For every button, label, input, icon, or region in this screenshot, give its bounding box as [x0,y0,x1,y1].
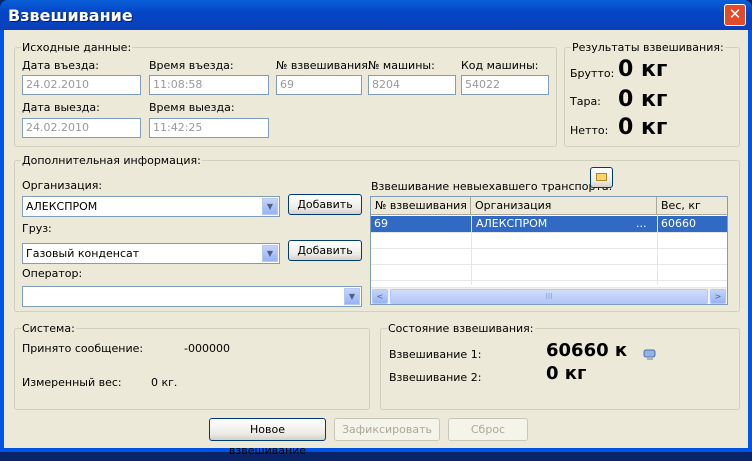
table-cell-ellipsis[interactable]: ... [633,216,650,232]
organization-label: Организация: [22,179,103,192]
grid-divider [657,215,658,285]
operator-select[interactable]: ▼ [22,286,362,307]
scale-icon [643,348,657,360]
weighing-number-label: № взвешивания: [276,59,372,72]
operator-label: Оператор: [22,267,83,280]
cargo-value: Газовый конденсат [26,247,140,260]
window-title: Взвешивание [8,6,133,25]
entry-date-field[interactable]: 24.02.2010 [22,75,141,95]
new-weighing-button[interactable]: Новое взвешивание [209,418,326,457]
pending-vehicles-label: Взвешивание невыехавшего транспорта: [371,180,613,193]
weighing-1-value: 60660 к [546,340,628,361]
measured-weight-value: 0 кг. [151,376,178,389]
weighing-2-value: 0 кг [546,363,587,384]
weighing-2-label: Взвешивание 2: [389,371,482,384]
reset-button[interactable]: Сброс [448,418,528,441]
table-cell-weighing-no: 69 [374,217,388,230]
column-header-organization[interactable]: Организация [471,197,657,215]
add-organization-button[interactable]: Добавить [288,194,362,215]
exit-time-field[interactable]: 11:42:25 [149,118,269,138]
close-button[interactable]: ✕ [724,4,746,26]
weighing-state-legend: Состояние взвешивания: [387,322,535,335]
source-data-legend: Исходные данные: [21,41,133,54]
system-group: Система: [14,322,370,410]
exit-date-field[interactable]: 24.02.2010 [22,118,141,138]
tare-label: Тара: [570,95,601,108]
received-message-label: Принято сообщение: [22,342,144,355]
pending-vehicles-table[interactable]: № взвешивания Организация Вес, кг 69 АЛЕ… [370,196,728,305]
chevron-down-icon[interactable]: ▼ [262,245,278,262]
entry-time-field[interactable]: 11:08:58 [149,75,269,95]
exit-date-label: Дата выезда: [22,101,100,114]
open-folder-button[interactable] [590,167,613,188]
received-message-value: -000000 [184,342,230,355]
car-code-field[interactable]: 54022 [461,75,549,95]
organization-value: АЛЕКСПРОМ [26,200,98,213]
grid-divider [371,264,727,265]
column-header-weighing-no[interactable]: № взвешивания [371,197,471,215]
exit-time-label: Время выезда: [149,101,235,114]
grid-divider [371,232,727,233]
results-legend: Результаты взвешивания: [571,41,725,54]
grid-divider [371,280,727,281]
folder-icon [596,173,607,181]
entry-date-label: Дата въезда: [22,59,99,72]
net-value: 0 кг [618,115,668,140]
car-number-field[interactable]: 8204 [368,75,456,95]
horizontal-scrollbar[interactable]: < III > [371,287,727,304]
entry-time-label: Время въезда: [149,59,234,72]
scroll-right-icon[interactable]: > [710,289,726,304]
main-window: Взвешивание ✕ Исходные данные: Дата въез… [0,0,752,457]
table-cell-organization: АЛЕКСПРОМ [476,217,548,230]
car-code-label: Код машины: [461,59,539,72]
chevron-down-icon[interactable]: ▼ [344,288,360,305]
add-cargo-button[interactable]: Добавить [288,240,362,261]
column-header-weight[interactable]: Вес, кг [657,197,727,215]
chevron-down-icon[interactable]: ▼ [262,198,278,215]
table-cell-weight: 60660 [661,217,696,230]
system-legend: Система: [21,322,76,335]
weighing-number-field[interactable]: 69 [276,75,362,95]
additional-info-legend: Дополнительная информация: [21,154,202,167]
title-bar[interactable]: Взвешивание ✕ [0,0,752,30]
net-label: Нетто: [570,124,609,137]
measured-weight-label: Измеренный вес: [22,376,122,389]
cargo-select[interactable]: Газовый конденсат ▼ [22,243,280,264]
grid-divider [471,215,472,285]
gross-value: 0 кг [618,57,668,82]
gross-label: Брутто: [570,67,615,80]
dialog-body: Исходные данные: Дата въезда: 24.02.2010… [4,30,748,457]
tare-value: 0 кг [618,87,668,112]
scroll-left-icon[interactable]: < [372,289,388,304]
organization-select[interactable]: АЛЕКСПРОМ ▼ [22,196,280,217]
cargo-label: Груз: [22,222,52,235]
car-number-label: № машины: [368,59,435,72]
weighing-1-label: Взвешивание 1: [389,348,482,361]
scroll-thumb[interactable]: III [390,289,708,304]
grid-divider [371,248,727,249]
fix-button[interactable]: Зафиксировать [334,418,440,441]
